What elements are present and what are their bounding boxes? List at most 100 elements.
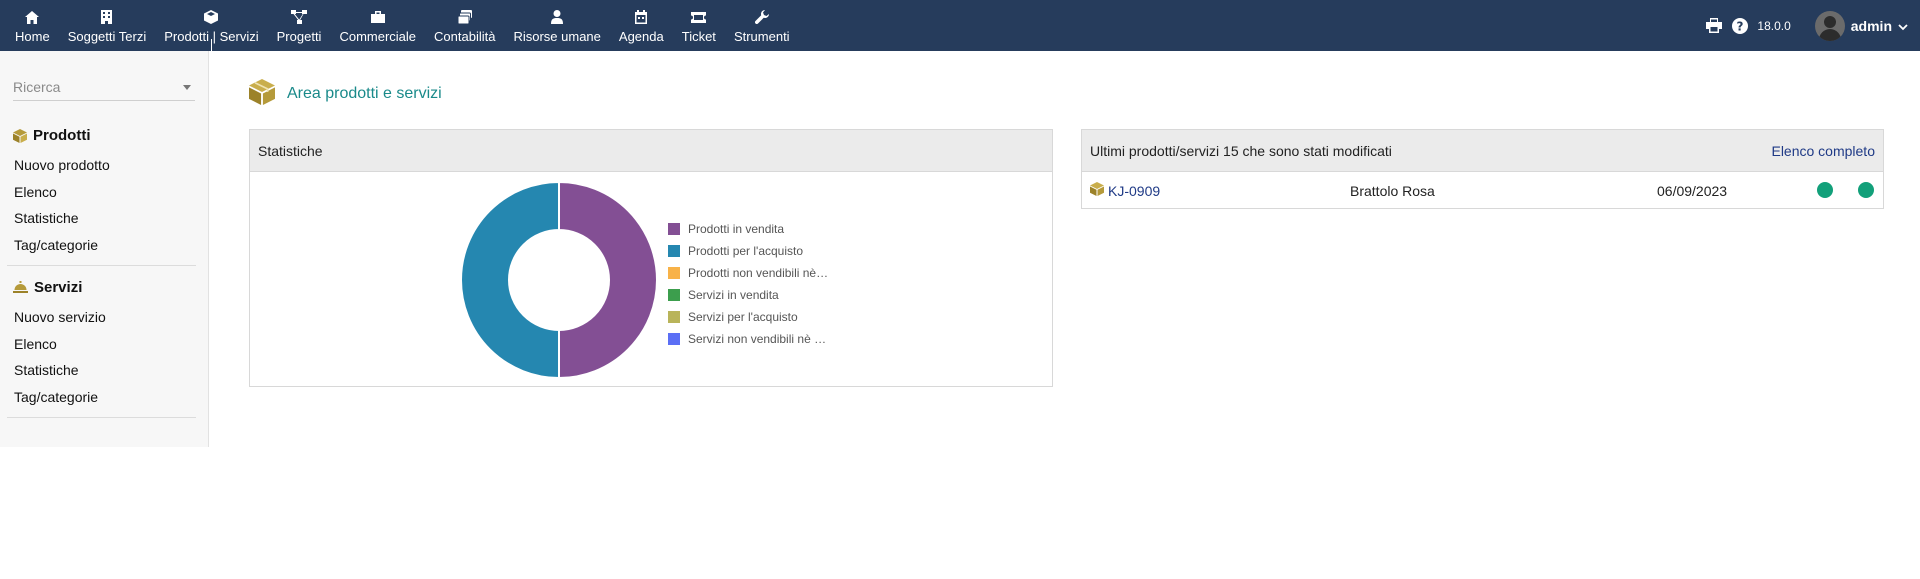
latest-products-panel: Ultimi prodotti/servizi 15 che sono stat… xyxy=(1081,129,1884,209)
concierge-bell-icon xyxy=(13,281,28,294)
nav-ticket[interactable]: Ticket xyxy=(673,0,725,51)
avatar xyxy=(1814,10,1845,41)
legend-swatch xyxy=(668,289,680,301)
legend-item[interactable]: Prodotti per l'acquisto xyxy=(668,240,828,262)
panel-header: Ultimi prodotti/servizi 15 che sono stat… xyxy=(1082,130,1883,172)
full-list-link[interactable]: Elenco completo xyxy=(1771,143,1875,159)
nav-prodotti-servizi[interactable]: Prodotti | Servizi xyxy=(155,0,267,51)
link-statistiche-servizi[interactable]: Statistiche xyxy=(14,362,79,378)
top-right-tools: ? 18.0.0 admin xyxy=(1705,0,1908,51)
section-label: Servizi xyxy=(34,279,83,296)
user-menu[interactable]: admin xyxy=(1814,10,1908,41)
box-icon xyxy=(13,128,27,143)
page-header: Area prodotti e servizi xyxy=(249,79,442,108)
donut-chart xyxy=(460,180,658,380)
legend-swatch xyxy=(668,311,680,323)
status-buy-badge xyxy=(1858,182,1874,198)
link-tag-categorie-prodotti[interactable]: Tag/categorie xyxy=(14,237,98,253)
product-label: Brattolo Rosa xyxy=(1350,182,1435,199)
print-icon[interactable] xyxy=(1705,17,1723,35)
chevron-down-icon xyxy=(1898,18,1908,34)
link-elenco-prodotti[interactable]: Elenco xyxy=(14,184,57,200)
legend-item[interactable]: Prodotti in vendita xyxy=(668,218,828,240)
legend-label: Servizi per l'acquisto xyxy=(688,310,798,324)
link-statistiche-prodotti[interactable]: Statistiche xyxy=(14,210,79,226)
donut-slice[interactable] xyxy=(460,180,560,380)
nav-label: Risorse umane xyxy=(513,29,601,44)
top-navigation-bar: Home Soggetti Terzi Prodotti | Servizi P… xyxy=(0,0,1920,51)
legend-label: Prodotti per l'acquisto xyxy=(688,244,804,258)
legend-label: Prodotti non vendibili nè… xyxy=(688,266,829,280)
product-ref-link[interactable]: KJ-0909 xyxy=(1090,182,1160,199)
main-menu: Home Soggetti Terzi Prodotti | Servizi P… xyxy=(6,0,799,51)
nav-progetti[interactable]: Progetti xyxy=(268,0,331,51)
nav-contabilita[interactable]: Contabilità xyxy=(425,0,504,51)
legend-item[interactable]: Servizi in vendita xyxy=(668,284,828,306)
left-sidebar: Ricerca Prodotti Nuovo prodotto Elenco S… xyxy=(0,51,209,447)
ticket-icon xyxy=(691,9,707,25)
legend-item[interactable]: Servizi per l'acquisto xyxy=(668,306,828,328)
nav-soggetti-terzi[interactable]: Soggetti Terzi xyxy=(59,0,156,51)
nav-label: Progetti xyxy=(276,29,322,44)
calendar-icon xyxy=(633,9,649,25)
nav-label: Commerciale xyxy=(339,29,417,44)
chart-legend: Prodotti in vendita Prodotti per l'acqui… xyxy=(668,218,828,350)
wrench-icon xyxy=(754,9,770,25)
search-placeholder: Ricerca xyxy=(13,79,61,95)
user-tie-icon xyxy=(549,9,565,25)
nav-label: Prodotti | Servizi xyxy=(164,29,259,44)
section-title-servizi: Servizi xyxy=(13,279,82,296)
money-icon xyxy=(457,9,473,25)
building-icon xyxy=(99,9,115,25)
legend-label: Servizi in vendita xyxy=(688,288,779,302)
svg-text:?: ? xyxy=(1737,19,1744,33)
panel-title: Statistiche xyxy=(258,142,323,159)
link-nuovo-prodotto[interactable]: Nuovo prodotto xyxy=(14,157,110,173)
legend-swatch xyxy=(668,333,680,345)
page-title: Area prodotti e servizi xyxy=(287,84,442,102)
panel-header: Statistiche xyxy=(250,130,1052,172)
nav-label: Ticket xyxy=(681,29,716,44)
nav-label: Agenda xyxy=(618,29,664,44)
nav-home[interactable]: Home xyxy=(6,0,59,51)
help-icon[interactable]: ? xyxy=(1731,17,1749,35)
legend-swatch xyxy=(668,245,680,257)
donut-slice[interactable] xyxy=(558,180,658,380)
box-icon xyxy=(1090,182,1104,199)
link-elenco-servizi[interactable]: Elenco xyxy=(14,336,57,352)
username: admin xyxy=(1850,17,1892,34)
chevron-down-icon xyxy=(183,85,191,90)
legend-label: Servizi non vendibili nè … xyxy=(688,332,827,346)
link-nuovo-servizio[interactable]: Nuovo servizio xyxy=(14,309,106,325)
section-title-prodotti: Prodotti xyxy=(13,127,91,144)
nav-label: Strumenti xyxy=(733,29,790,44)
nav-label: Soggetti Terzi xyxy=(67,29,147,44)
legend-item[interactable]: Servizi non vendibili nè … xyxy=(668,328,828,350)
box-icon xyxy=(203,9,219,25)
statistics-panel: Statistiche Prodotti in vendita Prodotti… xyxy=(249,129,1053,387)
nav-commerciale[interactable]: Commerciale xyxy=(330,0,425,51)
panel-title: Ultimi prodotti/servizi 15 che sono stat… xyxy=(1090,142,1392,159)
legend-label: Prodotti in vendita xyxy=(688,222,785,236)
nav-label: Home xyxy=(15,29,50,44)
status-sell-badge xyxy=(1817,182,1833,198)
sidebar-divider xyxy=(7,417,196,418)
link-tag-categorie-servizi[interactable]: Tag/categorie xyxy=(14,389,98,405)
legend-swatch xyxy=(668,267,680,279)
legend-swatch xyxy=(668,223,680,235)
sidebar-divider xyxy=(7,265,196,266)
search-select[interactable]: Ricerca xyxy=(13,77,195,101)
nav-agenda[interactable]: Agenda xyxy=(610,0,673,51)
nav-risorse-umane[interactable]: Risorse umane xyxy=(504,0,609,51)
modified-date: 06/09/2023 xyxy=(1657,182,1728,199)
section-label: Prodotti xyxy=(33,127,91,144)
home-icon xyxy=(24,9,40,25)
product-ref: KJ-0909 xyxy=(1108,182,1161,199)
briefcase-icon xyxy=(370,9,386,25)
nav-strumenti[interactable]: Strumenti xyxy=(725,0,799,51)
table-row: KJ-0909 Brattolo Rosa 06/09/2023 xyxy=(1082,172,1883,209)
legend-item[interactable]: Prodotti non vendibili nè… xyxy=(668,262,828,284)
version-label: 18.0.0 xyxy=(1757,18,1791,33)
sitemap-icon xyxy=(291,9,308,25)
nav-label: Contabilità xyxy=(434,29,496,44)
